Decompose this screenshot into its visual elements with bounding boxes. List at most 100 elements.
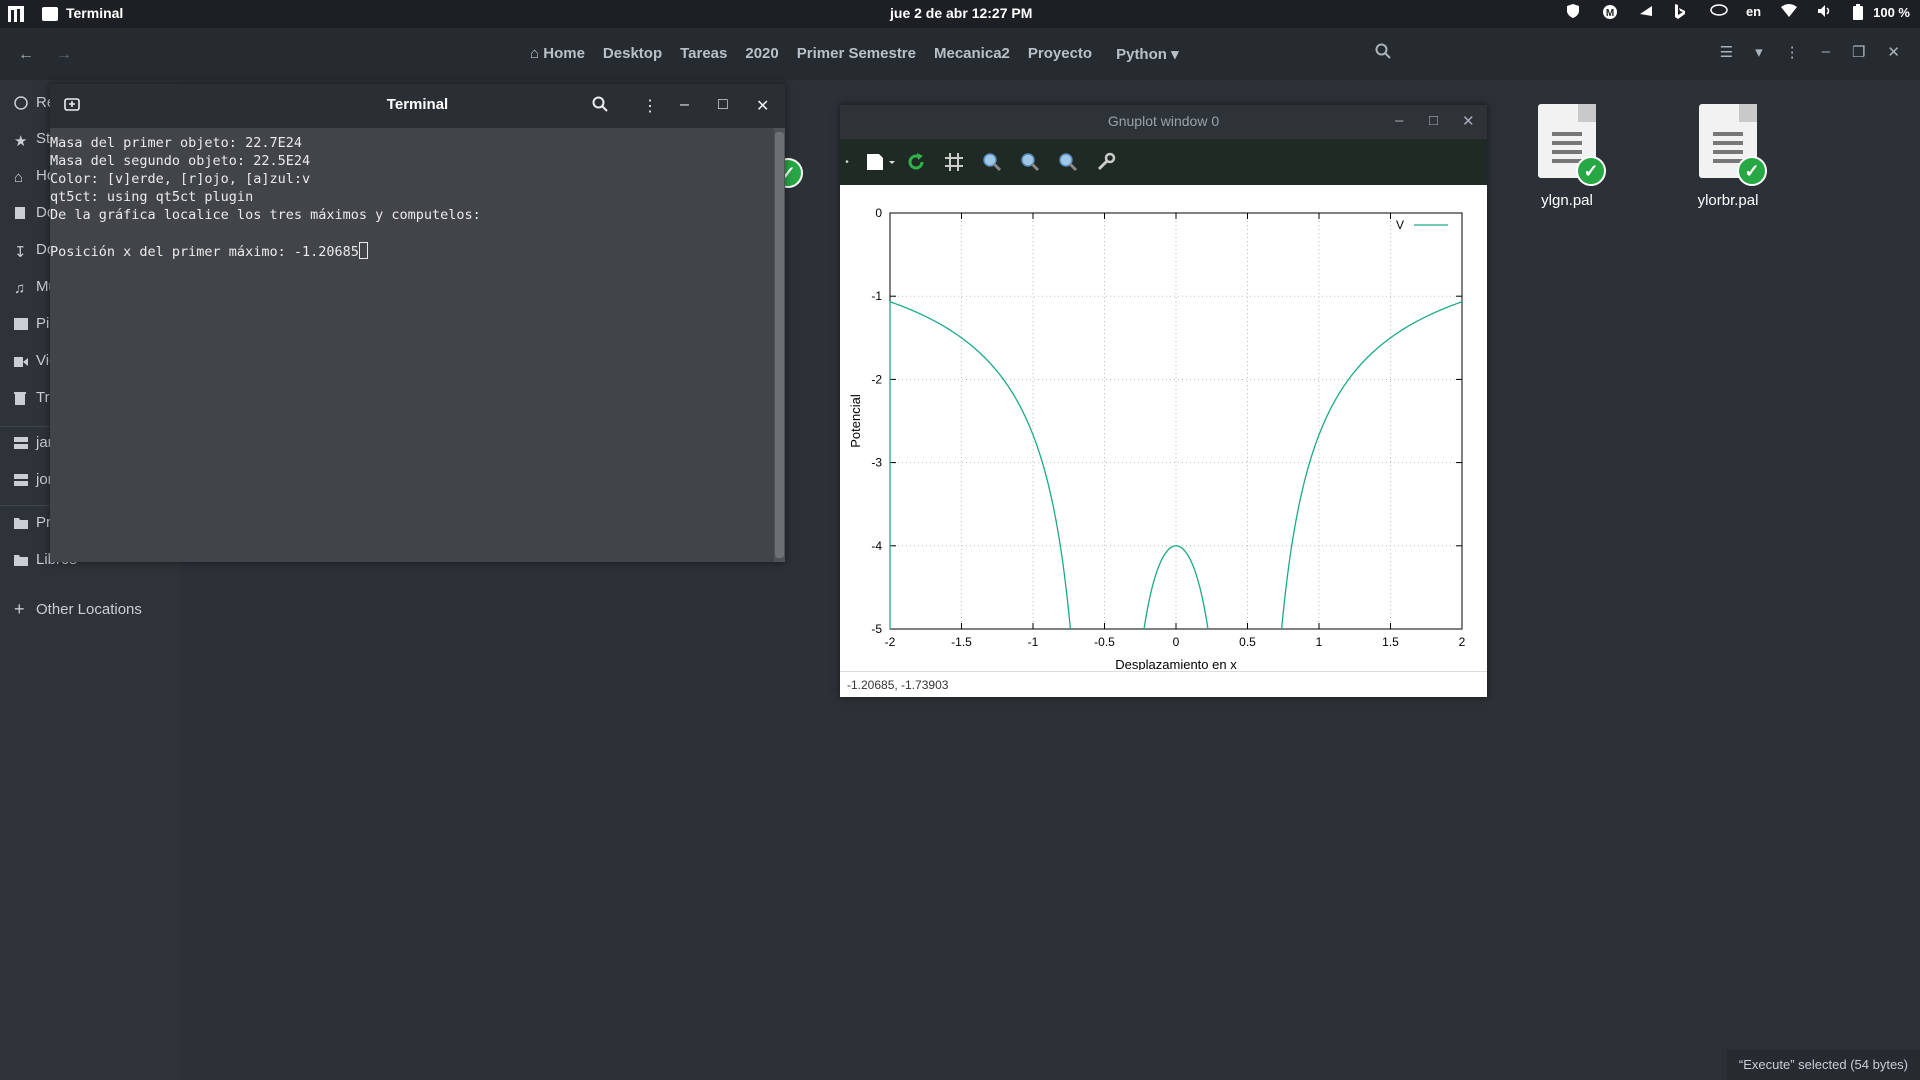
- terminal-title: Terminal: [386, 96, 449, 113]
- minimize-icon[interactable]: –: [1395, 112, 1403, 129]
- x-tick-label: 1: [1316, 635, 1323, 649]
- shield-icon[interactable]: [1566, 4, 1582, 20]
- minimize-icon[interactable]: –: [1822, 43, 1830, 61]
- x-tick-label: 1.5: [1382, 635, 1399, 649]
- terminal-prompt-line[interactable]: Posición x del primer máximo: -1.20685: [50, 242, 774, 261]
- search-icon[interactable]: [592, 96, 608, 117]
- gnuplot-window[interactable]: Gnuplot window 0 – □ ✕ • -2 -1.5 -1 -0.5 0 0.…: [840, 105, 1487, 697]
- view-options-chevron-icon[interactable]: ▾: [1755, 43, 1763, 61]
- restore-icon[interactable]: ❐: [1852, 43, 1865, 61]
- folder-icon: [14, 553, 28, 567]
- star-icon: ★: [14, 132, 28, 150]
- breadcrumb-2020[interactable]: 2020: [745, 45, 778, 63]
- breadcrumb: ⌂ Home Desktop Tareas 2020 Primer Semest…: [530, 45, 1179, 63]
- gnuplot-toolbar: •: [840, 139, 1487, 185]
- terminal-line: Masa del segundo objeto: 22.5E24: [50, 153, 311, 169]
- check-icon: ✓: [1737, 156, 1767, 186]
- download-icon: ↧: [14, 243, 27, 261]
- file-name: ylgn.pal: [1541, 192, 1593, 209]
- text-cursor: [358, 242, 368, 259]
- breadcrumb-mecanica2[interactable]: Mecanica2: [934, 45, 1010, 63]
- close-icon[interactable]: ✕: [756, 96, 769, 116]
- minimize-icon[interactable]: –: [680, 96, 689, 114]
- breadcrumb-python[interactable]: Python ▾: [1110, 45, 1179, 63]
- breadcrumb-primer-semestre[interactable]: Primer Semestre: [797, 45, 916, 63]
- maximize-icon[interactable]: □: [718, 96, 728, 114]
- zoom-next-icon[interactable]: [1019, 151, 1041, 173]
- maximize-icon[interactable]: □: [1429, 112, 1438, 129]
- activities-icon[interactable]: [7, 5, 25, 23]
- grid-icon[interactable]: [943, 151, 965, 173]
- volume-icon[interactable]: [1817, 4, 1833, 20]
- x-tick-label: 2: [1459, 635, 1466, 649]
- breadcrumb-desktop[interactable]: Desktop: [603, 45, 662, 63]
- system-tray: M en 100 %: [1546, 4, 1910, 20]
- x-tick-label: 0.5: [1239, 635, 1256, 649]
- back-arrow-icon[interactable]: ←: [18, 46, 34, 64]
- terminal-app-icon: [42, 7, 58, 21]
- svg-text:M: M: [1606, 8, 1614, 19]
- breadcrumb-tareas[interactable]: Tareas: [680, 45, 727, 63]
- y-tick-label: -1: [871, 289, 882, 303]
- sidebar-item-starred[interactable]: ★ St: [14, 130, 50, 150]
- file-ylgn-pal[interactable]: ✓ ylgn.pal: [1507, 104, 1627, 209]
- menu-kebab-icon[interactable]: ⋮: [1785, 43, 1800, 61]
- view-list-icon[interactable]: ☰: [1720, 43, 1733, 61]
- file-ylorbr-pal[interactable]: ✓ ylorbr.pal: [1668, 104, 1788, 209]
- y-axis-label: Potencial: [848, 394, 863, 448]
- video-icon: [14, 354, 28, 368]
- y-tick-label: -3: [871, 456, 882, 470]
- language-indicator[interactable]: en: [1746, 4, 1761, 20]
- sidebar-item-bookmark-pr[interactable]: Pr: [14, 514, 51, 531]
- mail-icon[interactable]: M: [1602, 4, 1618, 20]
- folder-icon: [14, 516, 28, 530]
- sidebar-item-documents[interactable]: Do: [14, 204, 55, 221]
- wifi-icon[interactable]: [1781, 4, 1798, 20]
- sidebar-item-recent[interactable]: Re: [14, 94, 55, 111]
- document-icon: [14, 206, 28, 220]
- battery-percent: 100 %: [1873, 4, 1910, 20]
- sidebar-item-drive-2[interactable]: jor: [14, 471, 53, 488]
- drive-icon: [14, 436, 28, 450]
- plot-canvas[interactable]: -2 -1.5 -1 -0.5 0 0.5 1 1.5 2 0 -1 -2 -3 -4 -5 Desplaza…: [840, 185, 1487, 672]
- zoom-previous-icon[interactable]: [981, 151, 1003, 173]
- sidebar-item-home[interactable]: ⌂ Ho: [14, 167, 55, 186]
- forward-arrow-icon[interactable]: →: [56, 46, 72, 64]
- search-icon[interactable]: [1375, 43, 1391, 63]
- menu-kebab-icon[interactable]: ⋮: [642, 96, 658, 116]
- active-app-name[interactable]: Terminal: [66, 5, 123, 21]
- sidebar-item-downloads[interactable]: ↧ Do: [14, 241, 55, 261]
- export-icon[interactable]: [862, 151, 898, 173]
- sidebar-item-drive-1[interactable]: jar: [14, 434, 53, 451]
- close-icon[interactable]: ✕: [1462, 112, 1475, 130]
- x-axis-label: Desplazamiento en x: [1115, 657, 1237, 670]
- toolbar-handle-icon: •: [845, 156, 849, 168]
- close-icon[interactable]: ✕: [1887, 43, 1900, 61]
- sidebar-item-other-locations[interactable]: + Other Locations: [14, 600, 142, 619]
- intel-icon[interactable]: [1710, 4, 1728, 20]
- chevron-down-icon: ▾: [1171, 46, 1179, 63]
- trash-icon: [14, 391, 28, 405]
- y-tick-label: -2: [871, 372, 882, 386]
- text-file-icon: ✓: [1538, 104, 1606, 186]
- bing-icon[interactable]: [1674, 4, 1690, 20]
- terminal-output[interactable]: Masa del primer objeto: 22.7E24 Masa del …: [50, 128, 774, 562]
- autoscale-icon[interactable]: [1057, 151, 1079, 173]
- scrollbar-thumb[interactable]: [775, 132, 784, 558]
- gnuplot-titlebar[interactable]: Gnuplot window 0 – □ ✕: [840, 105, 1487, 139]
- breadcrumb-proyecto[interactable]: Proyecto: [1028, 45, 1092, 63]
- x-tick-label: 0: [1173, 635, 1180, 649]
- replot-icon[interactable]: [905, 151, 927, 173]
- breadcrumb-home[interactable]: ⌂ Home: [530, 45, 585, 63]
- music-icon: ♫: [14, 279, 26, 297]
- clock[interactable]: jue 2 de abr 12:27 PM: [890, 5, 1032, 21]
- settings-wrench-icon[interactable]: [1095, 151, 1117, 173]
- terminal-titlebar[interactable]: Terminal ⋮ – □ ✕: [50, 84, 785, 128]
- y-tick-label: -4: [871, 539, 882, 553]
- battery-icon[interactable]: [1853, 4, 1869, 20]
- mute-notification-icon[interactable]: [1638, 4, 1654, 20]
- terminal-window[interactable]: Terminal ⋮ – □ ✕ Masa del primer objeto:…: [50, 84, 785, 562]
- scrollbar[interactable]: [774, 128, 785, 562]
- x-tick-label: -1: [1028, 635, 1039, 649]
- potential-chart[interactable]: -2 -1.5 -1 -0.5 0 0.5 1 1.5 2 0 -1 -2 -3 -4 -5 Desplaza…: [840, 185, 1487, 672]
